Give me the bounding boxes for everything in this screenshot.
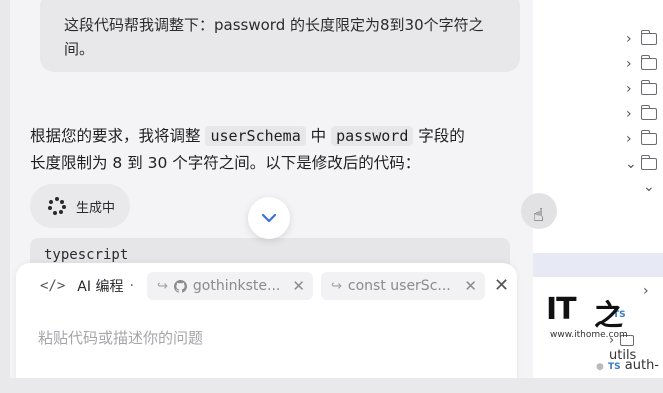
reference-arrow-icon: ↪ <box>157 278 168 294</box>
folder-icon <box>640 130 657 145</box>
file-dot-icon: ● <box>596 362 604 372</box>
bottom-strip <box>0 378 663 393</box>
watermark-url: www.ithome.com <box>550 330 628 340</box>
code-mode-icon: </> <box>40 278 66 294</box>
chevron-right-icon: › <box>626 106 632 122</box>
watermark-logo: IT <box>546 292 577 327</box>
folder-icon <box>640 55 657 70</box>
chat-panel: 这段代码帮我调整下：password 的长度限定为8到30个字符之 间。 根据您… <box>10 0 533 378</box>
assistant-text-pre: 根据您的要求，我将调整 <box>30 127 206 145</box>
chevron-right-icon: › <box>626 56 632 72</box>
ts-file-icon: TS <box>608 362 621 372</box>
chevron-down-icon <box>261 213 277 223</box>
scroll-to-bottom-button[interactable] <box>248 197 290 239</box>
mode-separator: · <box>129 278 134 294</box>
tree-folder-row-expanded[interactable]: ⌄ <box>533 175 663 199</box>
context-chip-repo-label: gothinkste... <box>192 278 281 294</box>
assistant-message-line2: 长度限制为 8 到 30 个字符之间。以下是修改后的代码： <box>30 154 421 172</box>
tree-folder-row-expanded[interactable]: ⌄ <box>533 152 663 176</box>
context-chip-repo[interactable]: ↪ gothinkste... ✕ <box>147 272 313 300</box>
tree-file-auth-label: auth- <box>624 358 659 373</box>
hand-cursor-icon: ☝ <box>533 205 544 226</box>
github-icon <box>173 279 187 293</box>
user-message-line1: 这段代码帮我调整下：password 的长度限定为8到30个字符之 <box>64 16 484 34</box>
folder-icon <box>640 105 657 120</box>
remove-chip-icon[interactable]: ✕ <box>292 272 305 300</box>
folder-icon <box>640 80 657 95</box>
chevron-right-icon: › <box>626 31 632 47</box>
inline-code-password: password <box>331 126 414 146</box>
generating-indicator: 生成中 <box>30 184 130 228</box>
assistant-message-line1: 根据您的要求，我将调整 userSchema 中 password 字段的 <box>30 123 530 150</box>
tree-folder-row[interactable]: › <box>533 77 663 101</box>
user-message-line2: 间。 <box>64 40 95 58</box>
folder-icon <box>640 155 657 170</box>
tree-folder-row[interactable]: › <box>533 27 663 51</box>
context-chip-code[interactable]: ↪ const userSc... ✕ <box>321 272 485 300</box>
tree-folder-row[interactable]: › <box>533 127 663 151</box>
generating-label: 生成中 <box>76 200 116 216</box>
tree-file-auth[interactable]: ● TS auth- <box>596 358 659 373</box>
selected-tree-row[interactable] <box>533 253 663 277</box>
tree-folder-row[interactable]: › <box>533 52 663 76</box>
assistant-message: 根据您的要求，我将调整 userSchema 中 password 字段的 长度… <box>30 123 530 177</box>
mode-selector[interactable]: AI 编程 <box>77 276 123 296</box>
chevron-right-icon: › <box>626 81 632 97</box>
context-chip-code-label: const userSc... <box>347 278 451 294</box>
tree-folder-row[interactable]: › <box>533 102 663 126</box>
chevron-down-icon: ⌄ <box>643 179 655 195</box>
user-message-bubble: 这段代码帮我调整下：password 的长度限定为8到30个字符之 间。 <box>40 0 520 72</box>
chevron-right-icon: › <box>626 131 632 147</box>
watermark-logo-glyph: 之 <box>594 298 624 332</box>
assistant-text-post: 字段的 <box>413 127 465 145</box>
inline-code-userSchema: userSchema <box>205 126 306 146</box>
chevron-down-icon: ⌄ <box>625 156 637 172</box>
remove-chip-icon[interactable]: ✕ <box>464 272 477 300</box>
assistant-text-mid: 中 <box>305 127 332 145</box>
code-language-label: typescript <box>44 247 129 263</box>
prompt-input[interactable]: 粘贴代码或描述你的问题 <box>38 327 498 348</box>
composer-header: </> AI 编程 · ↪ gothinkste... ✕ ↪ const us… <box>16 272 517 300</box>
spinner-icon <box>48 197 66 215</box>
folder-icon <box>640 30 657 45</box>
chevron-right-icon: › <box>643 283 649 299</box>
close-icon[interactable]: ✕ <box>494 272 509 300</box>
reference-arrow-icon: ↪ <box>331 278 342 294</box>
composer: </> AI 编程 · ↪ gothinkste... ✕ ↪ const us… <box>16 263 517 378</box>
